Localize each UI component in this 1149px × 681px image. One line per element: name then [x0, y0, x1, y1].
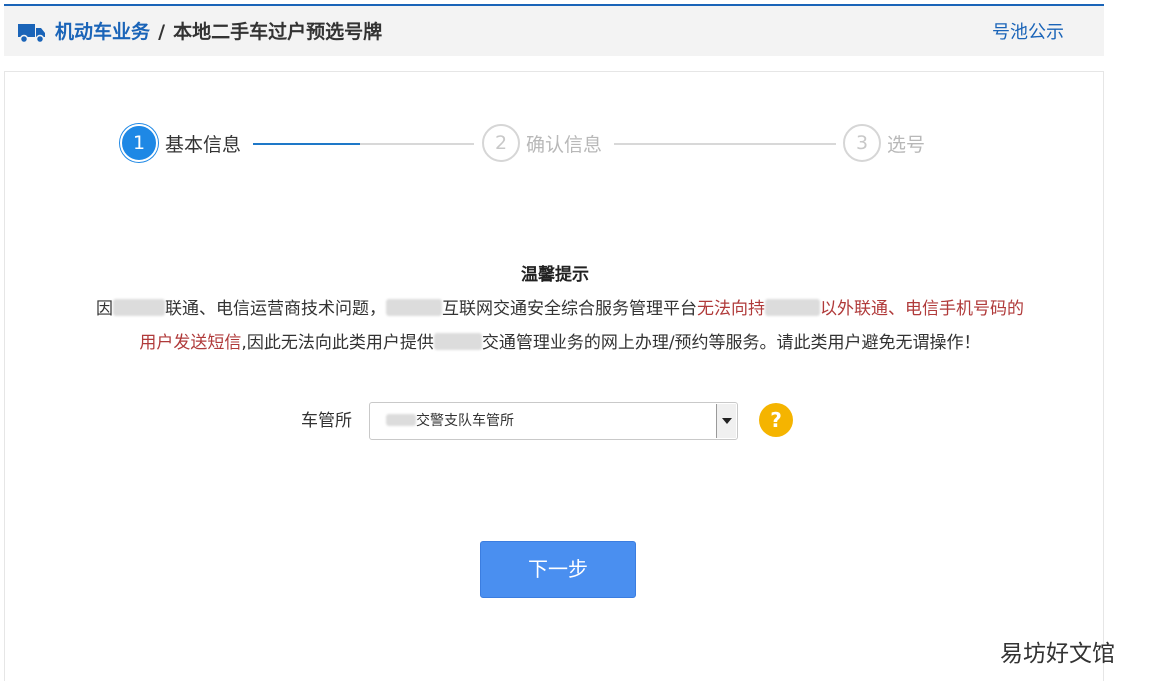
notice-title: 温馨提示	[521, 265, 589, 285]
redacted-text	[433, 333, 482, 350]
redacted-text	[113, 299, 165, 316]
page-title: 本地二手车过户预选号牌	[173, 21, 383, 43]
office-select-value: 交警支队车管所	[416, 413, 514, 429]
notice-part-2: 联通、电信运营商技术问题，	[165, 299, 386, 319]
redacted-text	[386, 414, 416, 426]
breadcrumb-separator: /	[158, 21, 166, 43]
step-3-number: 3	[843, 124, 881, 162]
step-2-label: 确认信息	[526, 134, 603, 156]
notice-part-1: 因	[96, 299, 113, 319]
redacted-text	[765, 299, 820, 316]
notice-text: 因 联通、电信运营商技术问题， 互联网交通安全综合服务管理平台无法向持 以外联通、电信…	[35, 292, 1085, 360]
progress-steps: 1 基本信息 2 确认信息 3 选号	[5, 72, 1105, 222]
notice-part-3: 互联网交通安全综合服务管理平台	[442, 299, 697, 319]
step-3-label: 选号	[887, 134, 926, 156]
chevron-down-icon[interactable]	[716, 404, 736, 438]
office-select[interactable]: 交警支队车管所	[369, 402, 738, 440]
header-bar: 机动车业务 / 本地二手车过户预选号牌 号池公示	[4, 4, 1104, 56]
watermark: 易坊好文馆	[1000, 641, 1115, 667]
notice-warning-1: 无法向持	[697, 299, 765, 319]
notice-part-4: ,因此无法向此类用户提供	[241, 333, 434, 353]
office-label: 车管所	[301, 411, 352, 431]
notice-part-5: 交通管理业务的网上办理/预约等服务。请此类用户避免无谓操作！	[481, 333, 981, 353]
breadcrumb: 机动车业务 / 本地二手车过户预选号牌	[55, 20, 382, 44]
step-1-label: 基本信息	[165, 134, 242, 156]
redacted-text	[386, 299, 442, 316]
next-step-button[interactable]: 下一步	[480, 541, 636, 598]
step-1-number: 1	[120, 124, 158, 162]
breadcrumb-vehicle-business[interactable]: 机动车业务	[55, 21, 150, 43]
notice-warning-2: 以外联通、电信手机号码的	[820, 299, 1024, 319]
truck-icon	[18, 24, 45, 44]
question-icon[interactable]: ?	[759, 403, 793, 437]
main-panel: 1 基本信息 2 确认信息 3 选号 温馨提示 因 联通、电信运营商技术问题， 互联…	[4, 71, 1104, 681]
number-pool-link[interactable]: 号池公示	[992, 22, 1064, 44]
step-2-number: 2	[482, 124, 520, 162]
step-line-2	[614, 143, 836, 145]
notice-warning-3: 用户发送短信	[139, 333, 242, 353]
step-line-1	[360, 143, 474, 145]
step-line-progress	[253, 143, 360, 145]
